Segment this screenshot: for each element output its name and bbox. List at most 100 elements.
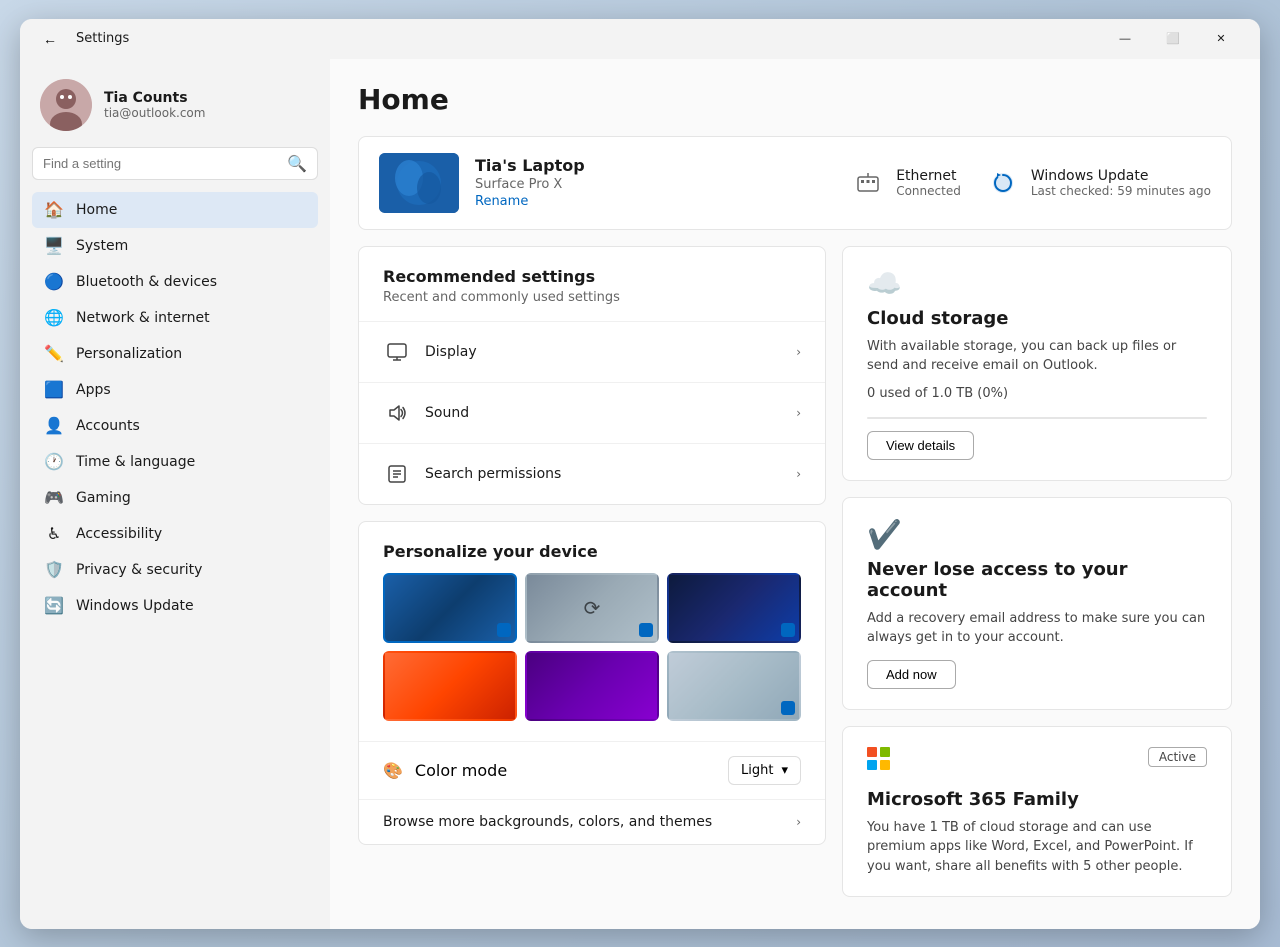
user-name: Tia Counts (104, 90, 205, 106)
sidebar-item-bluetooth[interactable]: 🔵 Bluetooth & devices (32, 264, 318, 300)
windows-update-status: Windows Update Last checked: 59 minutes … (985, 165, 1211, 201)
wallpaper-2[interactable]: ⟳ (525, 573, 659, 643)
search-input[interactable] (43, 156, 279, 171)
two-col-layout: Recommended settings Recent and commonly… (358, 246, 1232, 898)
window-title: Settings (76, 31, 129, 46)
windows-update-label: Windows Update (1031, 168, 1211, 184)
gaming-icon: 🎮 (44, 488, 64, 508)
wallpaper-4[interactable] (383, 651, 517, 721)
windows-update-icon: 🔄 (44, 596, 64, 616)
bluetooth-icon: 🔵 (44, 272, 64, 292)
color-mode-value: Light (741, 763, 773, 778)
wallpaper-5[interactable] (525, 651, 659, 721)
sidebar-item-privacy[interactable]: 🛡️ Privacy & security (32, 552, 318, 588)
ms365-title: Microsoft 365 Family (867, 789, 1207, 810)
home-icon: 🏠 (44, 200, 64, 220)
cloud-storage-card: ☁️ Cloud storage With available storage,… (842, 246, 1232, 481)
title-bar: ← Settings — ⬜ ✕ (20, 19, 1260, 59)
microsoft365-card: Active Microsoft 365 Family You have 1 T… (842, 726, 1232, 898)
close-button[interactable]: ✕ (1198, 23, 1244, 55)
sidebar-item-gaming[interactable]: 🎮 Gaming (32, 480, 318, 516)
display-icon (383, 338, 411, 366)
sidebar-item-system[interactable]: 🖥️ System (32, 228, 318, 264)
sidebar-item-label: Privacy & security (76, 562, 202, 578)
search-permissions-left: Search permissions (383, 460, 561, 488)
sidebar-nav: 🏠 Home 🖥️ System 🔵 Bluetooth & devices 🌐… (32, 192, 318, 624)
accessibility-icon: ♿ (44, 524, 64, 544)
wallpaper-6[interactable] (667, 651, 801, 721)
main-content: Home Tia's Laptop Surface Pro X Rename (330, 59, 1260, 929)
status-items: Ethernet Connected (850, 165, 1211, 201)
sidebar-item-apps[interactable]: 🟦 Apps (32, 372, 318, 408)
sound-icon (383, 399, 411, 427)
sidebar-item-update[interactable]: 🔄 Windows Update (32, 588, 318, 624)
windows-update-text: Windows Update Last checked: 59 minutes … (1031, 168, 1211, 198)
search-permissions-item[interactable]: Search permissions › (359, 444, 825, 504)
sidebar-item-label: Accounts (76, 418, 140, 434)
wallpaper-3[interactable] (667, 573, 801, 643)
color-mode-row: 🎨 Color mode Light ▾ (359, 741, 825, 799)
sidebar-item-personalization[interactable]: ✏️ Personalization (32, 336, 318, 372)
cloud-icon: ☁️ (867, 267, 1207, 300)
sidebar-item-label: Apps (76, 382, 111, 398)
wallpaper-indicator (781, 701, 795, 715)
sound-setting-left: Sound (383, 399, 469, 427)
page-title: Home (358, 83, 1232, 116)
left-column: Recommended settings Recent and commonly… (358, 246, 826, 898)
sidebar-item-label: Network & internet (76, 310, 210, 326)
search-permissions-label: Search permissions (425, 466, 561, 482)
ethernet-value: Connected (896, 184, 961, 198)
view-details-button[interactable]: View details (867, 431, 974, 460)
sound-setting-item[interactable]: Sound › (359, 383, 825, 444)
shield-check-icon: ✔️ (867, 518, 1207, 551)
user-profile: Tia Counts tia@outlook.com (32, 67, 318, 147)
sidebar-item-accessibility[interactable]: ♿ Accessibility (32, 516, 318, 552)
cloud-storage-desc: With available storage, you can back up … (867, 337, 1207, 376)
storage-used-text: 0 used of 1.0 TB (0%) (867, 386, 1207, 401)
rename-link[interactable]: Rename (475, 194, 834, 209)
color-mode-dropdown[interactable]: Light ▾ (728, 756, 801, 785)
ethernet-icon (850, 165, 886, 201)
back-button[interactable]: ← (36, 25, 64, 53)
ethernet-label: Ethernet (896, 168, 961, 184)
personalize-card: Personalize your device ⟳ (358, 521, 826, 845)
chevron-icon: › (796, 345, 801, 359)
display-setting-item[interactable]: Display › (359, 322, 825, 383)
storage-bar (867, 417, 1207, 419)
sidebar-item-label: Windows Update (76, 598, 194, 614)
user-email: tia@outlook.com (104, 106, 205, 120)
minimize-button[interactable]: — (1102, 23, 1148, 55)
right-column: ☁️ Cloud storage With available storage,… (842, 246, 1232, 898)
personalize-title: Personalize your device (359, 522, 825, 573)
ms365-desc: You have 1 TB of cloud storage and can u… (867, 818, 1207, 877)
sidebar-item-label: Personalization (76, 346, 182, 362)
sidebar-item-label: System (76, 238, 128, 254)
ethernet-status: Ethernet Connected (850, 165, 961, 201)
personalization-icon: ✏️ (44, 344, 64, 364)
search-box[interactable]: 🔍 (32, 147, 318, 180)
sidebar-item-accounts[interactable]: 👤 Accounts (32, 408, 318, 444)
wallpaper-grid: ⟳ (359, 573, 825, 741)
sidebar-item-label: Home (76, 202, 117, 218)
search-permissions-icon (383, 460, 411, 488)
color-mode-icon: 🎨 (383, 761, 403, 780)
display-label: Display (425, 344, 477, 360)
wallpaper-indicator (781, 623, 795, 637)
settings-window: ← Settings — ⬜ ✕ (20, 19, 1260, 929)
chevron-icon: › (796, 467, 801, 481)
wallpaper-1[interactable] (383, 573, 517, 643)
browse-themes-row[interactable]: Browse more backgrounds, colors, and the… (359, 799, 825, 844)
add-now-button[interactable]: Add now (867, 660, 956, 689)
sidebar-item-network[interactable]: 🌐 Network & internet (32, 300, 318, 336)
time-icon: 🕐 (44, 452, 64, 472)
maximize-button[interactable]: ⬜ (1150, 23, 1196, 55)
sidebar-item-home[interactable]: 🏠 Home (32, 192, 318, 228)
windows-update-status-icon (985, 165, 1021, 201)
sidebar-item-label: Bluetooth & devices (76, 274, 217, 290)
sidebar-item-time[interactable]: 🕐 Time & language (32, 444, 318, 480)
device-info: Tia's Laptop Surface Pro X Rename (475, 156, 834, 209)
title-bar-controls: — ⬜ ✕ (1102, 23, 1244, 55)
device-card: Tia's Laptop Surface Pro X Rename (358, 136, 1232, 230)
avatar (40, 79, 92, 131)
sidebar-item-label: Gaming (76, 490, 131, 506)
